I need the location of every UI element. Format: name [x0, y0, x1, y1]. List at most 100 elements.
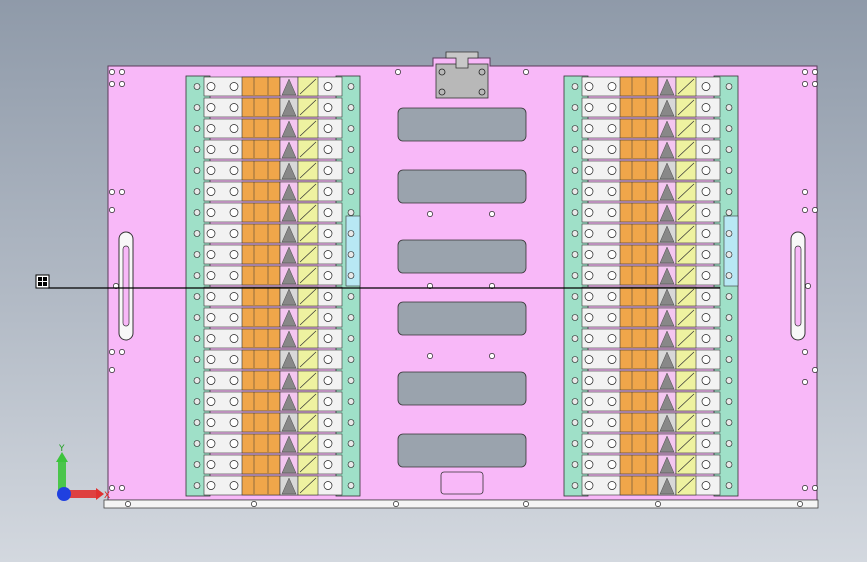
screw: [229, 460, 239, 469]
slot: [397, 433, 527, 468]
rail-hole: [193, 335, 201, 342]
rail-hole: [725, 314, 733, 321]
screw: [584, 439, 594, 448]
rail-hole: [193, 398, 201, 405]
terminal-body: [241, 391, 281, 412]
screw: [323, 334, 333, 343]
terminal-body: [241, 349, 281, 370]
screw: [229, 124, 239, 133]
screw: [607, 397, 617, 406]
screw: [206, 292, 216, 301]
screw: [607, 82, 617, 91]
din-rail-left: [563, 75, 589, 497]
rail-hole: [571, 440, 579, 447]
screw: [607, 250, 617, 259]
cad-viewport[interactable]: Y X: [0, 0, 867, 562]
screw: [206, 418, 216, 427]
screw: [701, 250, 711, 259]
terminal-body: [241, 412, 281, 433]
screw: [607, 334, 617, 343]
screw: [701, 397, 711, 406]
screw: [701, 418, 711, 427]
screw: [323, 250, 333, 259]
screw: [607, 439, 617, 448]
terminal-body: [619, 433, 659, 454]
screw: [607, 313, 617, 322]
rail-hole: [193, 461, 201, 468]
left-handle-slot: [122, 245, 130, 327]
terminal-body: [241, 118, 281, 139]
rail-hole: [193, 419, 201, 426]
screw: [229, 271, 239, 280]
terminal-body: [241, 265, 281, 286]
terminal-body: [241, 76, 281, 97]
screw: [206, 460, 216, 469]
screw: [323, 313, 333, 322]
screw: [229, 439, 239, 448]
terminal-body: [619, 202, 659, 223]
terminal-body: [619, 139, 659, 160]
terminal-body: [241, 244, 281, 265]
screw: [701, 481, 711, 490]
mounting-hole: [427, 211, 433, 217]
rail-hole: [347, 272, 355, 279]
rail-hole: [193, 356, 201, 363]
rail-hole: [347, 104, 355, 111]
screw: [701, 313, 711, 322]
screw: [323, 439, 333, 448]
rail-hole: [725, 356, 733, 363]
rail-hole: [193, 125, 201, 132]
origin-marker-icon[interactable]: [35, 274, 50, 289]
rail-hole: [193, 482, 201, 489]
mounting-hole: [427, 353, 433, 359]
terminal-body: [619, 160, 659, 181]
screw: [584, 460, 594, 469]
screw: [607, 229, 617, 238]
mounting-hole: [109, 367, 115, 373]
coordinate-triad-icon: Y X: [56, 444, 110, 501]
screw: [229, 145, 239, 154]
rail-hole: [725, 251, 733, 258]
screw: [323, 418, 333, 427]
slot: [397, 239, 527, 274]
rail-hole: [347, 461, 355, 468]
rail-hole: [725, 461, 733, 468]
screw: [701, 166, 711, 175]
rail-hole: [347, 146, 355, 153]
rail-hole: [571, 272, 579, 279]
screw: [206, 187, 216, 196]
screw: [229, 355, 239, 364]
screw: [584, 271, 594, 280]
mounting-hole: [119, 81, 125, 87]
rail-hole: [725, 146, 733, 153]
screw: [584, 355, 594, 364]
mounting-hole: [109, 189, 115, 195]
terminal-body: [241, 328, 281, 349]
screw: [323, 166, 333, 175]
screw: [229, 376, 239, 385]
screw: [584, 229, 594, 238]
terminal-body: [241, 307, 281, 328]
rail-hole: [571, 461, 579, 468]
terminal-body: [619, 391, 659, 412]
screw: [607, 187, 617, 196]
screw: [584, 82, 594, 91]
mounting-hole: [119, 189, 125, 195]
screw: [701, 355, 711, 364]
rail-hole: [347, 230, 355, 237]
din-rail-left: [185, 75, 211, 497]
mounting-hole: [802, 81, 808, 87]
rail-hole: [725, 230, 733, 237]
terminal-body: [619, 286, 659, 307]
rail-hole: [347, 125, 355, 132]
axis-x-label: X: [104, 491, 110, 501]
mounting-hole: [489, 211, 495, 217]
mounting-hole: [655, 501, 661, 507]
rail-hole: [725, 209, 733, 216]
screw: [229, 313, 239, 322]
terminal-body: [619, 97, 659, 118]
rail-hole: [193, 251, 201, 258]
screw: [607, 124, 617, 133]
terminal-body: [619, 475, 659, 496]
screw: [607, 166, 617, 175]
